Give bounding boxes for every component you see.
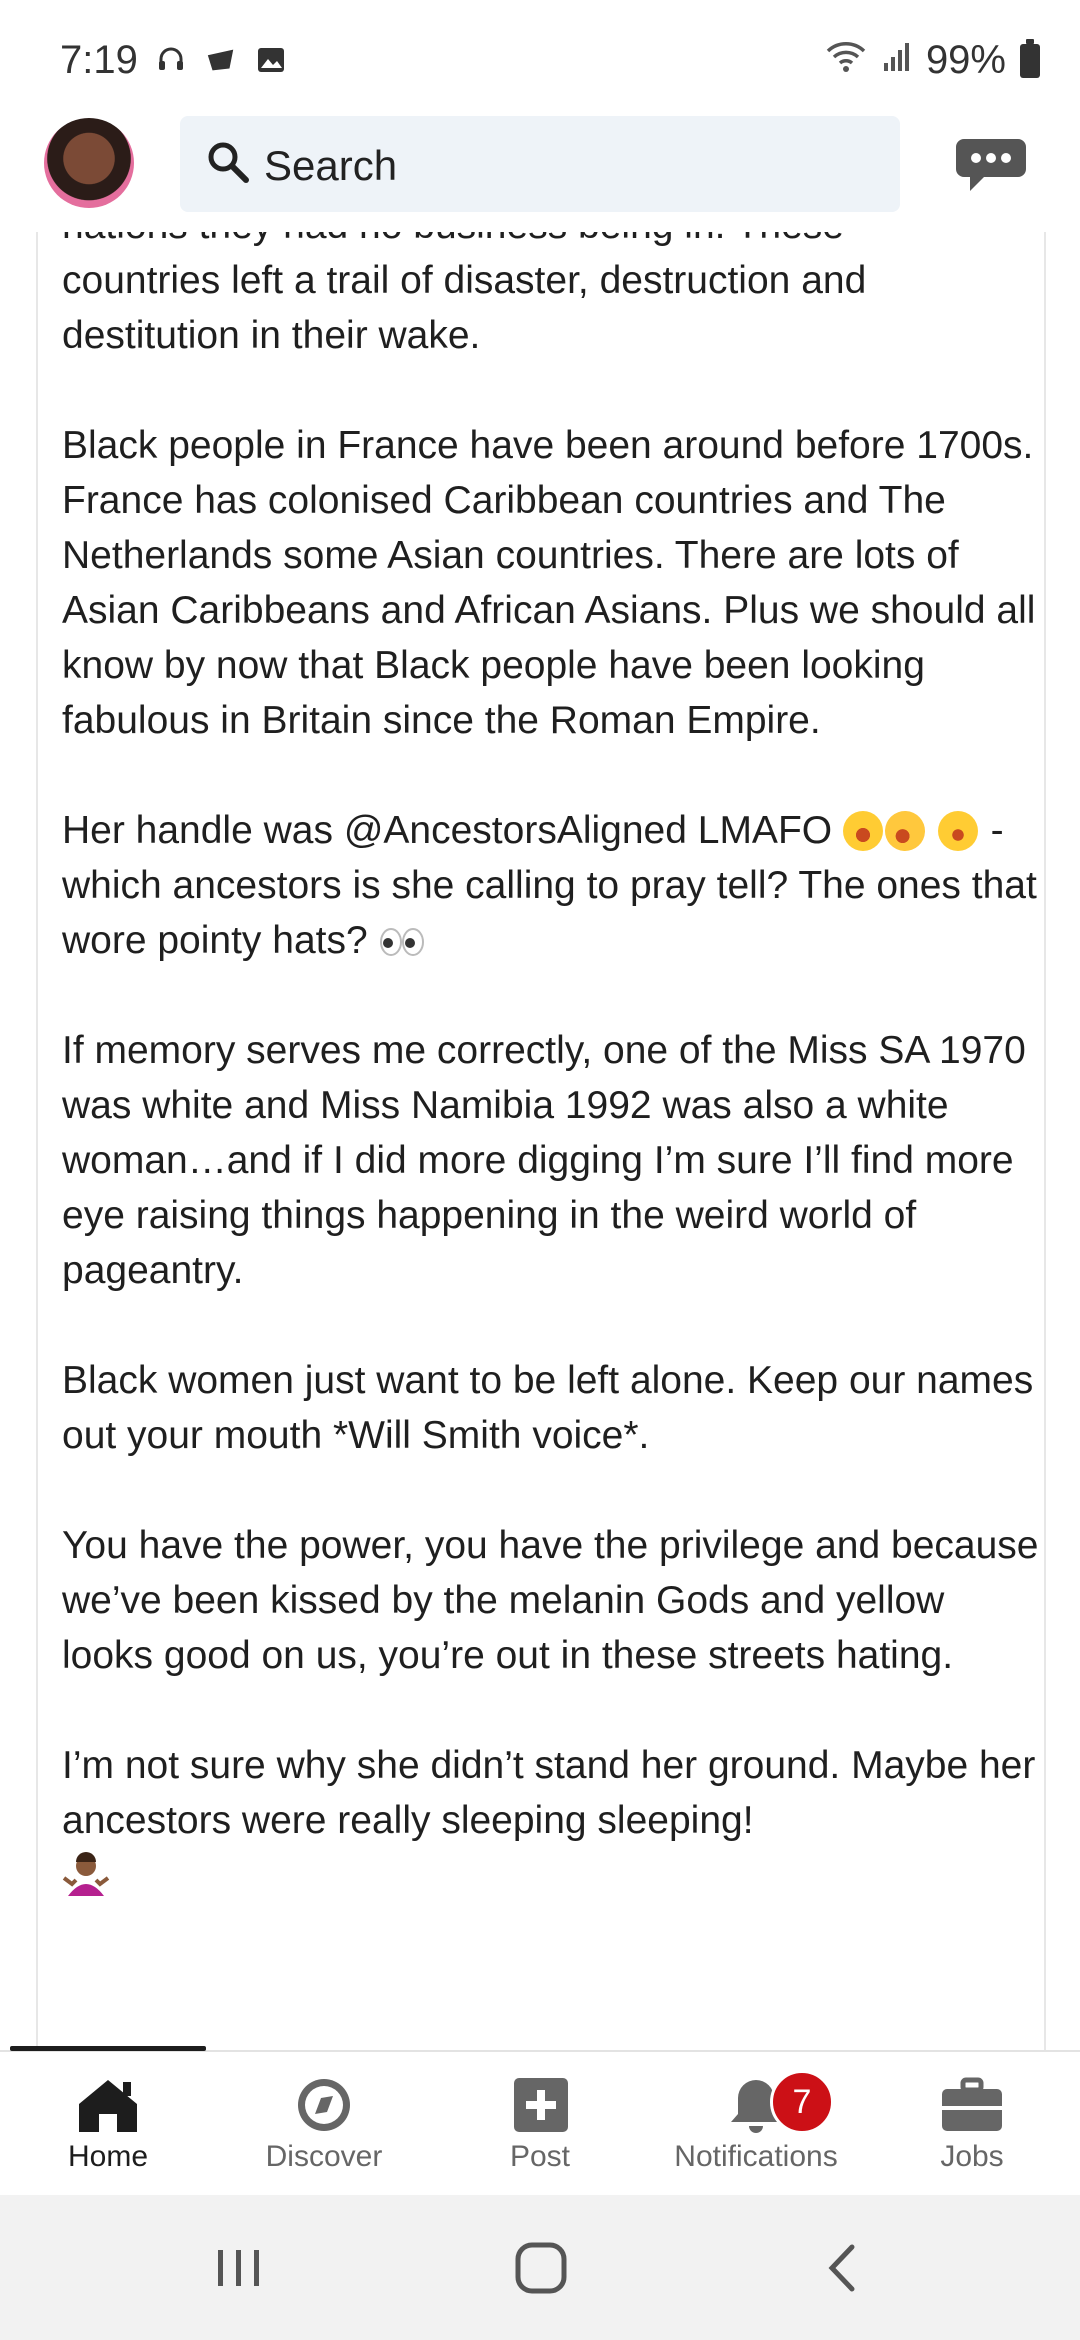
post-paragraph-2: Black people in France have been around … xyxy=(62,424,1036,742)
post-paragraph-7-text: I’m not sure why she didn’t stand her gr… xyxy=(62,1744,1036,1842)
home-icon xyxy=(79,2080,137,2132)
active-tab-indicator xyxy=(10,2046,206,2051)
nav-home-label: Home xyxy=(67,2140,149,2173)
nav-post-label: Post xyxy=(509,2140,571,2173)
briefcase-icon xyxy=(942,2077,1002,2131)
image-icon xyxy=(255,44,287,76)
post-cut-line: nations they had no business being in. T… xyxy=(62,232,1042,253)
nav-notifications[interactable]: 7 Notifications xyxy=(656,2070,856,2194)
sweat-smile-emoji-icon xyxy=(937,811,978,851)
compass-icon xyxy=(298,2079,350,2131)
top-header: Search xyxy=(0,110,1080,232)
nav-jobs-label: Jobs xyxy=(940,2140,1004,2173)
post-paragraph-6: You have the power, you have the privile… xyxy=(62,1524,1039,1677)
search-bar[interactable]: Search xyxy=(180,116,900,212)
post-paragraph-3: Her handle was @AncestorsAligned LMAFO -… xyxy=(62,803,1042,968)
wifi-icon xyxy=(824,38,868,83)
post-card: nations they had no business being in. T… xyxy=(36,232,1046,2050)
eyes-emoji-icon xyxy=(379,928,424,956)
laughing-emoji-icon xyxy=(842,811,883,851)
system-nav-bar xyxy=(0,2195,1080,2340)
nav-post[interactable]: Post xyxy=(440,2074,640,2194)
recent-apps-icon[interactable] xyxy=(204,2233,274,2303)
nav-jobs[interactable]: Jobs xyxy=(872,2074,1072,2194)
status-time: 7:19 xyxy=(60,38,138,82)
status-notification-icons xyxy=(155,44,287,76)
search-icon xyxy=(208,142,249,183)
post-paragraph-4: If memory serves me correctly, one of th… xyxy=(62,1029,1026,1292)
post-paragraph-3-text: Her handle was @AncestorsAligned LMAFO xyxy=(62,809,833,852)
post-paragraph-5: Black women just want to be left alone. … xyxy=(62,1359,1034,1457)
battery-icon xyxy=(1020,38,1040,78)
app-notification-icon xyxy=(205,44,237,76)
home-button-icon[interactable] xyxy=(506,2233,576,2303)
headset-icon xyxy=(155,44,187,76)
post-body: nations they had no business being in. T… xyxy=(62,232,1042,1958)
bottom-nav: Home Discover Post 7 Notifications Jobs xyxy=(0,2046,1080,2197)
notification-badge: 7 xyxy=(770,2070,834,2134)
post-paragraph-1: countries left a trail of disaster, dest… xyxy=(62,259,867,357)
messaging-icon[interactable] xyxy=(954,135,1028,195)
post-paragraph-7: I’m not sure why she didn’t stand her gr… xyxy=(62,1738,1042,1903)
rofl-emoji-icon xyxy=(879,805,931,857)
nav-discover[interactable]: Discover xyxy=(224,2074,424,2194)
nav-home[interactable]: Home xyxy=(8,2074,208,2194)
nav-notifications-label: Notifications xyxy=(674,2140,838,2173)
avatar[interactable] xyxy=(44,118,134,208)
search-input[interactable]: Search xyxy=(264,142,397,190)
battery-percent: 99% xyxy=(925,38,1006,82)
plus-square-icon xyxy=(514,2078,568,2132)
status-bar: 7:19 99% xyxy=(0,0,1080,110)
status-right: 99% xyxy=(824,38,1040,83)
shrug-emoji-icon xyxy=(62,1852,110,1896)
nav-discover-label: Discover xyxy=(265,2140,383,2173)
signal-icon xyxy=(882,38,912,83)
back-icon[interactable] xyxy=(808,2233,878,2303)
